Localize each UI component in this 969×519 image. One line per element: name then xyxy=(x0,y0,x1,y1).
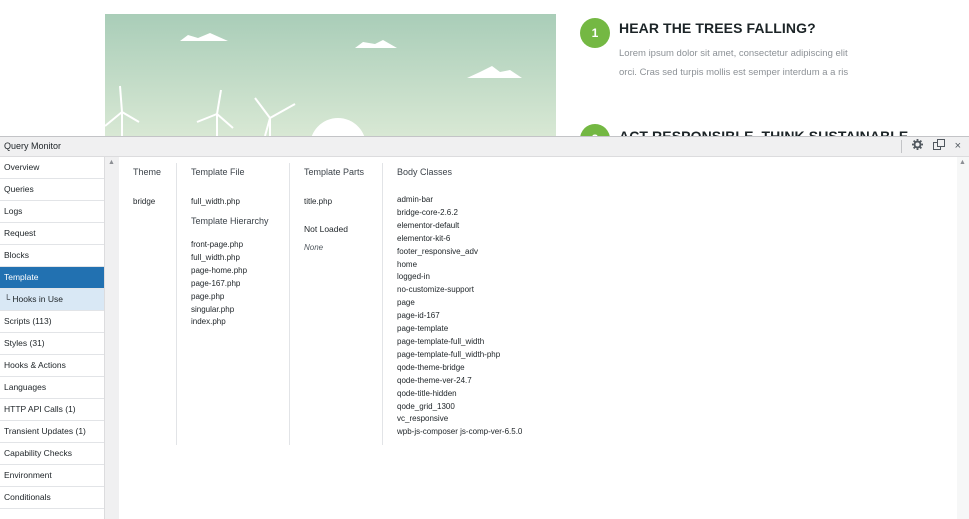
list-item: page-167.php xyxy=(191,278,241,288)
list-item: page-template xyxy=(397,324,449,334)
column-header-theme: Theme xyxy=(133,167,162,177)
list-item: page-id-167 xyxy=(397,311,440,321)
column-divider xyxy=(382,163,383,445)
popout-icon[interactable] xyxy=(932,138,945,155)
nav-item-queries[interactable]: Queries xyxy=(0,179,104,201)
list-item: front-page.php xyxy=(191,240,244,249)
nav-item-hooks-in-use[interactable]: └ Hooks in Use xyxy=(0,289,104,311)
nav-item-languages[interactable]: Languages xyxy=(0,377,104,399)
list-item: admin-bar xyxy=(397,195,434,204)
panel-navigation: Overview Queries Logs Request Blocks Tem… xyxy=(0,157,105,519)
template-hierarchy-heading: Template Hierarchy xyxy=(191,216,269,226)
content-scrollbar[interactable]: ▲ xyxy=(957,157,969,519)
list-item: home xyxy=(397,259,418,269)
close-icon[interactable]: × xyxy=(955,139,961,154)
scroll-up-icon[interactable]: ▲ xyxy=(108,159,115,166)
not-loaded-value: None xyxy=(304,243,324,252)
nav-item-conditionals[interactable]: Conditionals xyxy=(0,487,104,509)
list-item: page.php xyxy=(191,291,225,301)
column-header-template-file: Template File xyxy=(191,167,245,177)
nav-item-scripts[interactable]: Scripts (113) xyxy=(0,311,104,333)
query-monitor-panel: Query Monitor × Overview Queries Logs Re… xyxy=(0,136,969,519)
nav-item-styles[interactable]: Styles (31) xyxy=(0,333,104,355)
list-item: no-customize-support xyxy=(397,285,474,295)
column-divider xyxy=(289,163,290,445)
nav-item-http-api-calls[interactable]: HTTP API Calls (1) xyxy=(0,399,104,421)
list-item: qode-title-hidden xyxy=(397,388,457,398)
list-item: qode_grid_1300 xyxy=(397,401,455,411)
nav-item-hooks-actions[interactable]: Hooks & Actions xyxy=(0,355,104,377)
list-item: page xyxy=(397,298,415,308)
template-file-value: full_width.php xyxy=(191,197,240,206)
list-item: elementor-kit-6 xyxy=(397,233,451,243)
template-part-value: title.php xyxy=(304,197,333,206)
panel-controls: × xyxy=(900,138,961,155)
query-monitor-titlebar[interactable]: Query Monitor × xyxy=(0,137,969,157)
feature-title: HEAR THE TREES FALLING? xyxy=(619,20,816,36)
nav-item-capability-checks[interactable]: Capability Checks xyxy=(0,443,104,465)
list-item: singular.php xyxy=(191,304,235,314)
column-divider xyxy=(176,163,177,445)
list-item: page-home.php xyxy=(191,265,248,275)
list-item: logged-in xyxy=(397,272,430,282)
list-item: full_width.php xyxy=(191,252,240,262)
nav-scrollbar[interactable]: ▲ xyxy=(105,157,119,519)
column-header-body-classes: Body Classes xyxy=(397,167,453,177)
divider xyxy=(900,140,902,153)
template-hierarchy-list: front-page.php full_width.php page-home.… xyxy=(191,239,247,329)
nav-item-template[interactable]: Template xyxy=(0,267,104,289)
list-item: bridge-core-2.6.2 xyxy=(397,207,458,217)
nav-item-transient-updates[interactable]: Transient Updates (1) xyxy=(0,421,104,443)
nav-item-environment[interactable]: Environment xyxy=(0,465,104,487)
list-item: elementor-default xyxy=(397,220,460,230)
feature-number-badge: 2 xyxy=(580,124,610,136)
list-item: page-template-full_width xyxy=(397,336,485,346)
nav-item-request[interactable]: Request xyxy=(0,223,104,245)
list-item: qode-theme-ver-24.7 xyxy=(397,375,472,385)
list-item: index.php xyxy=(191,317,226,327)
wind-turbine-illustration xyxy=(105,14,556,136)
not-loaded-heading: Not Loaded xyxy=(304,224,348,234)
feature-number-badge: 1 xyxy=(580,18,610,48)
nav-item-logs[interactable]: Logs xyxy=(0,201,104,223)
list-item: footer_responsive_adv xyxy=(397,246,478,256)
theme-value: bridge xyxy=(133,197,156,206)
scroll-up-icon[interactable]: ▲ xyxy=(959,159,966,166)
list-item: qode-theme-bridge xyxy=(397,362,465,372)
website-preview: 1 HEAR THE TREES FALLING? Lorem ipsum do… xyxy=(0,0,969,136)
feature-title: ACT RESPONSIBLE. THINK SUSTAINABLE xyxy=(619,128,909,136)
nav-item-overview[interactable]: Overview xyxy=(0,157,104,179)
column-header-template-parts: Template Parts xyxy=(304,167,365,177)
gear-icon[interactable] xyxy=(911,138,923,155)
feature-text-line: Lorem ipsum dolor sit amet, consectetur … xyxy=(619,48,848,59)
body-classes-list: admin-bar bridge-core-2.6.2 elementor-de… xyxy=(397,194,522,439)
list-item: wpb-js-composer js-comp-ver-6.5.0 xyxy=(397,427,523,437)
list-item: page-template-full_width-php xyxy=(397,349,501,359)
nav-item-blocks[interactable]: Blocks xyxy=(0,245,104,267)
list-item: vc_responsive xyxy=(397,414,449,424)
template-panel: Theme bridge Template File full_width.ph… xyxy=(120,157,956,519)
feature-text-line: orci. Cras sed turpis mollis est semper … xyxy=(619,67,849,78)
panel-title: Query Monitor xyxy=(4,141,62,151)
